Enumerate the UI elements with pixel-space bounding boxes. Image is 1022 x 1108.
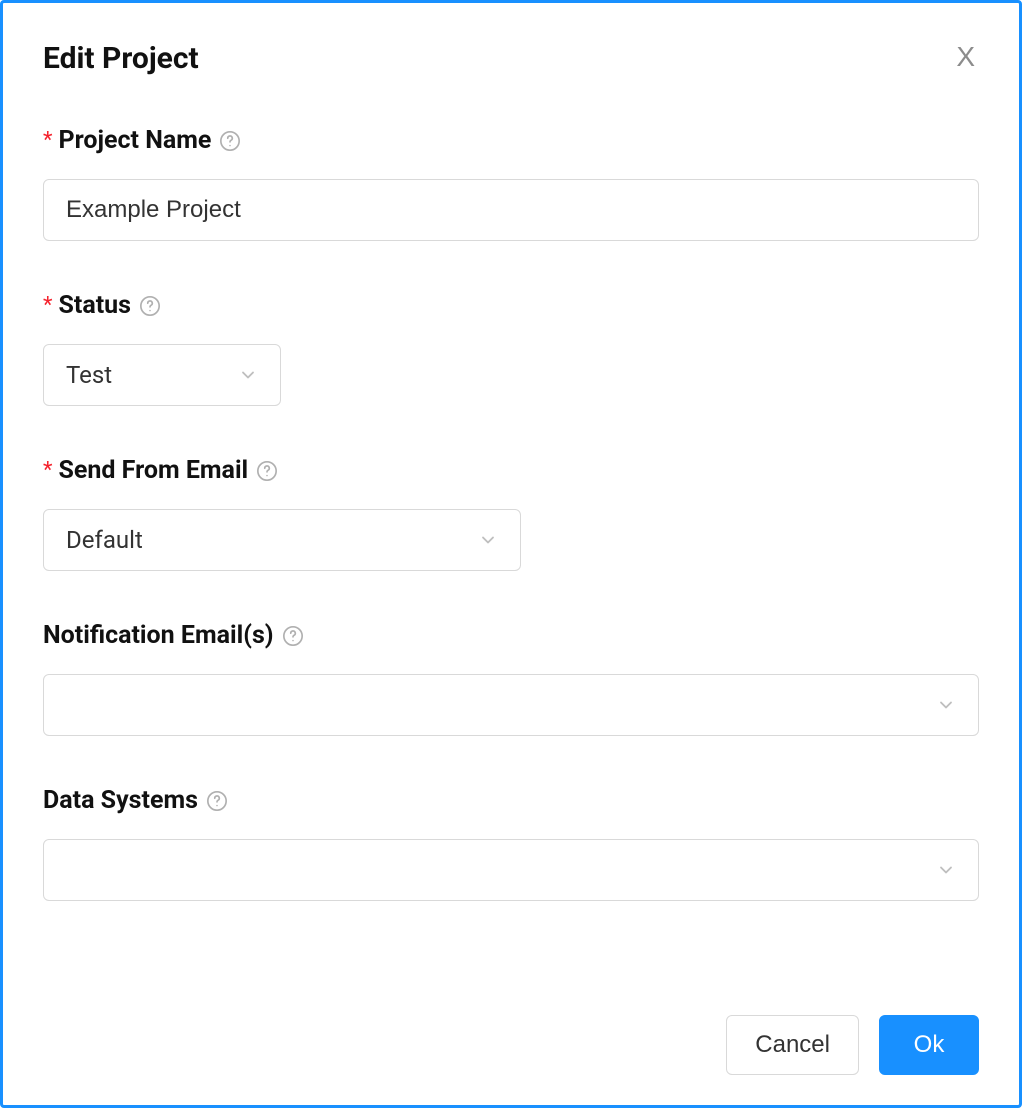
data-systems-select[interactable] (43, 839, 979, 901)
chevron-down-icon (936, 695, 956, 715)
modal-header: Edit Project X (43, 41, 979, 76)
required-asterisk: * (43, 458, 52, 483)
field-project-name: * Project Name (43, 126, 979, 241)
help-icon[interactable] (282, 625, 304, 647)
field-status: * Status Test (43, 291, 979, 406)
field-data-systems: Data Systems (43, 786, 979, 901)
notification-emails-select[interactable] (43, 674, 979, 736)
status-select[interactable]: Test (43, 344, 281, 406)
help-icon[interactable] (206, 790, 228, 812)
edit-project-modal: Edit Project X * Project Name * Status (0, 0, 1022, 1108)
close-icon[interactable]: X (952, 41, 979, 73)
chevron-down-icon (478, 530, 498, 550)
label-text: Project Name (58, 126, 211, 155)
project-name-input[interactable] (43, 179, 979, 241)
chevron-down-icon (936, 860, 956, 880)
modal-footer: Cancel Ok (43, 995, 979, 1075)
data-systems-label: Data Systems (43, 786, 979, 815)
ok-button[interactable]: Ok (879, 1015, 979, 1075)
chevron-down-icon (238, 365, 258, 385)
label-text: Send From Email (58, 456, 248, 485)
label-text: Notification Email(s) (43, 621, 274, 650)
send-from-email-select[interactable]: Default (43, 509, 521, 571)
modal-title: Edit Project (43, 41, 199, 76)
cancel-button[interactable]: Cancel (726, 1015, 859, 1075)
help-icon[interactable] (256, 460, 278, 482)
field-send-from-email: * Send From Email Default (43, 456, 979, 571)
label-text: Data Systems (43, 786, 198, 815)
status-label: * Status (43, 291, 979, 320)
required-asterisk: * (43, 128, 52, 153)
project-name-label: * Project Name (43, 126, 979, 155)
notification-emails-label: Notification Email(s) (43, 621, 979, 650)
help-icon[interactable] (219, 130, 241, 152)
select-value: Test (66, 361, 112, 389)
select-value: Default (66, 526, 143, 554)
send-from-email-label: * Send From Email (43, 456, 979, 485)
field-notification-emails: Notification Email(s) (43, 621, 979, 736)
label-text: Status (58, 291, 131, 320)
required-asterisk: * (43, 293, 52, 318)
help-icon[interactable] (139, 295, 161, 317)
